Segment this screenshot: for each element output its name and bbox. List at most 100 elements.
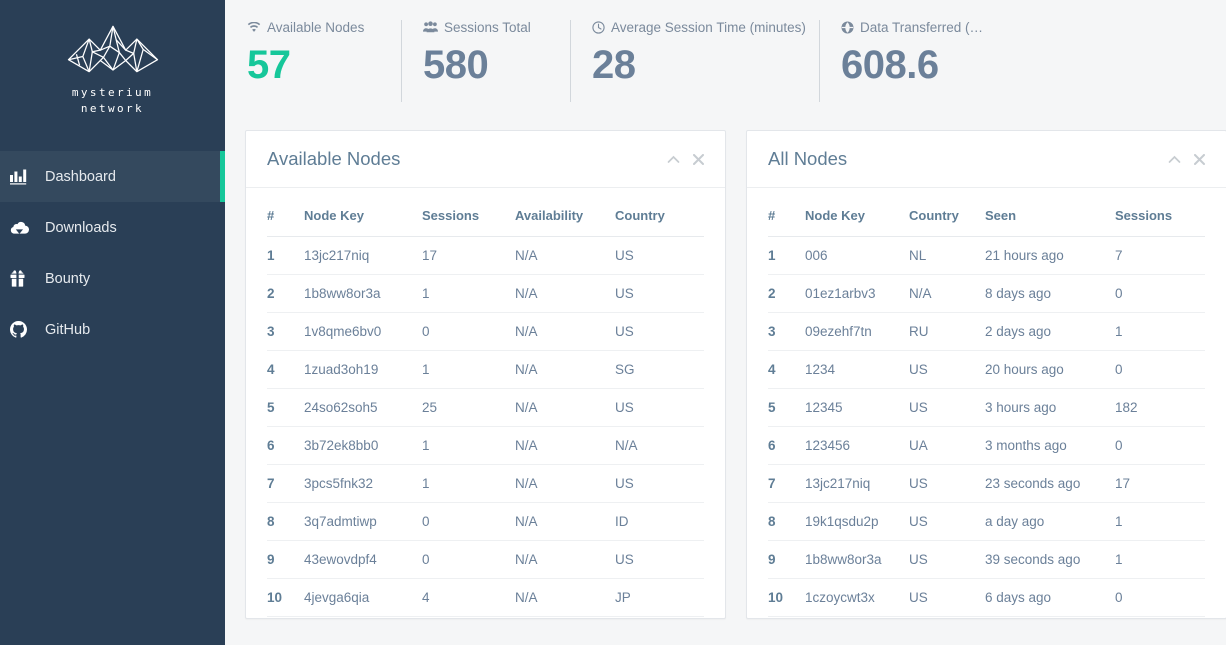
close-icon[interactable]	[1194, 153, 1205, 165]
dashboard-page: mysterium network Dashboard Downloads Bo…	[0, 0, 1226, 645]
table-row[interactable]: 8 19k1qsdu2p US a day ago 1	[768, 502, 1205, 541]
sidebar-item-bounty[interactable]: Bounty	[0, 253, 225, 304]
available-nodes-body: 1 13jc217niq 17 N/A US 2 1b8ww8or3a 1 N/A US 3 1v…	[267, 236, 704, 617]
column-header-seen[interactable]: Seen	[985, 188, 1115, 237]
cell-index: 7	[768, 464, 805, 503]
column-header-node-key[interactable]: Node Key	[805, 188, 909, 237]
cell-sessions: 1	[422, 274, 515, 313]
panel-actions	[1168, 153, 1205, 165]
cell-country: N/A	[615, 426, 704, 465]
cell-node-key: 24so62soh5	[304, 388, 422, 427]
cell-seen: 21 hours ago	[985, 236, 1115, 275]
stat-label: Average Session Time (minutes)	[592, 18, 811, 36]
table-row[interactable]: 3 09ezehf7tn RU 2 days ago 1	[768, 312, 1205, 351]
column-header-sessions[interactable]: Sessions	[422, 188, 515, 237]
column-header-country[interactable]: Country	[615, 188, 704, 237]
cell-country: US	[615, 236, 704, 275]
cell-index: 4	[267, 350, 304, 389]
table-row[interactable]: 5 12345 US 3 hours ago 182	[768, 388, 1205, 427]
cell-sessions: 0	[422, 312, 515, 351]
cell-sessions: 0	[1115, 426, 1205, 465]
cell-country: US	[615, 388, 704, 427]
sidebar-item-github[interactable]: GitHub	[0, 304, 225, 355]
stat-label-text: Average Session Time (minutes)	[611, 19, 806, 35]
mountain-logo-icon	[65, 16, 161, 78]
table-header-row: # Node Key Country Seen Sessions	[768, 188, 1205, 237]
table-row[interactable]: 8 3q7admtiwp 0 N/A ID	[267, 502, 704, 541]
table-row[interactable]: 4 1234 US 20 hours ago 0	[768, 350, 1205, 389]
cell-node-key: 13jc217niq	[805, 464, 909, 503]
cell-index: 2	[267, 274, 304, 313]
sidebar-item-dashboard[interactable]: Dashboard	[0, 151, 225, 202]
table-row[interactable]: 7 13jc217niq US 23 seconds ago 17	[768, 464, 1205, 503]
cell-availability: N/A	[515, 312, 615, 351]
cell-seen: 3 hours ago	[985, 388, 1115, 427]
cell-index: 1	[267, 236, 304, 275]
table-row[interactable]: 10 1czoycwt3x US 6 days ago 0	[768, 578, 1205, 617]
cell-sessions: 4	[422, 578, 515, 617]
column-header-country[interactable]: Country	[909, 188, 985, 237]
cell-index: 6	[267, 426, 304, 465]
cell-index: 9	[267, 540, 304, 579]
wifi-icon	[247, 21, 261, 33]
cell-node-key: 19k1qsdu2p	[805, 502, 909, 541]
cell-country: US	[909, 464, 985, 503]
cell-node-key: 1b8ww8or3a	[304, 274, 422, 313]
cell-node-key: 43ewovdpf4	[304, 540, 422, 579]
cell-index: 10	[267, 578, 304, 617]
table-row[interactable]: 2 01ez1arbv3 N/A 8 days ago 0	[768, 274, 1205, 313]
table-row[interactable]: 1 13jc217niq 17 N/A US	[267, 236, 704, 275]
cell-country: UA	[909, 426, 985, 465]
table-row[interactable]: 6 123456 UA 3 months ago 0	[768, 426, 1205, 465]
sidebar-item-downloads[interactable]: Downloads	[0, 202, 225, 253]
sidebar-item-label: Dashboard	[45, 168, 116, 185]
cell-sessions: 1	[422, 464, 515, 503]
cell-availability: N/A	[515, 578, 615, 617]
table-row[interactable]: 9 43ewovdpf4 0 N/A US	[267, 540, 704, 579]
table-row[interactable]: 5 24so62soh5 25 N/A US	[267, 388, 704, 427]
gift-icon	[10, 269, 36, 289]
cell-seen: 39 seconds ago	[985, 540, 1115, 579]
stat-label: Data Transferred (…	[841, 18, 1071, 36]
cell-node-key: 1v8qme6bv0	[304, 312, 422, 351]
cell-availability: N/A	[515, 388, 615, 427]
cell-sessions: 182	[1115, 388, 1205, 427]
cell-index: 2	[768, 274, 805, 313]
cell-country: US	[909, 350, 985, 389]
stat-value: 580	[423, 43, 489, 87]
column-header-sessions[interactable]: Sessions	[1115, 188, 1205, 237]
column-header-index[interactable]: #	[768, 188, 805, 237]
table-row[interactable]: 3 1v8qme6bv0 0 N/A US	[267, 312, 704, 351]
table-row[interactable]: 2 1b8ww8or3a 1 N/A US	[267, 274, 704, 313]
cell-index: 7	[267, 464, 304, 503]
table-row[interactable]: 9 1b8ww8or3a US 39 seconds ago 1	[768, 540, 1205, 579]
cell-seen: 2 days ago	[985, 312, 1115, 351]
cell-index: 9	[768, 540, 805, 579]
cell-node-key: 3b72ek8bb0	[304, 426, 422, 465]
stat-available-nodes: Available Nodes 57	[225, 18, 401, 130]
table-row[interactable]: 7 3pcs5fnk32 1 N/A US	[267, 464, 704, 503]
cell-country: RU	[909, 312, 985, 351]
cell-index: 3	[768, 312, 805, 351]
chevron-up-icon[interactable]	[667, 155, 680, 164]
users-icon	[423, 21, 438, 33]
table-row[interactable]: 1 006 NL 21 hours ago 7	[768, 236, 1205, 275]
column-header-availability[interactable]: Availability	[515, 188, 615, 237]
table-row[interactable]: 4 1zuad3oh19 1 N/A SG	[267, 350, 704, 389]
column-header-index[interactable]: #	[267, 188, 304, 237]
brand-line-1: mysterium	[71, 86, 154, 99]
cell-country: US	[909, 388, 985, 427]
table-row[interactable]: 6 3b72ek8bb0 1 N/A N/A	[267, 426, 704, 465]
cell-sessions: 1	[422, 350, 515, 389]
stat-value: 28	[592, 43, 636, 87]
cell-availability: N/A	[515, 540, 615, 579]
cell-country: US	[909, 502, 985, 541]
close-icon[interactable]	[693, 153, 704, 165]
chevron-up-icon[interactable]	[1168, 155, 1181, 164]
cell-sessions: 7	[1115, 236, 1205, 275]
stat-label: Sessions Total	[423, 18, 562, 36]
cell-sessions: 17	[1115, 464, 1205, 503]
table-row[interactable]: 10 4jevga6qia 4 N/A JP	[267, 578, 704, 617]
stat-value: 57	[247, 43, 291, 87]
column-header-node-key[interactable]: Node Key	[304, 188, 422, 237]
